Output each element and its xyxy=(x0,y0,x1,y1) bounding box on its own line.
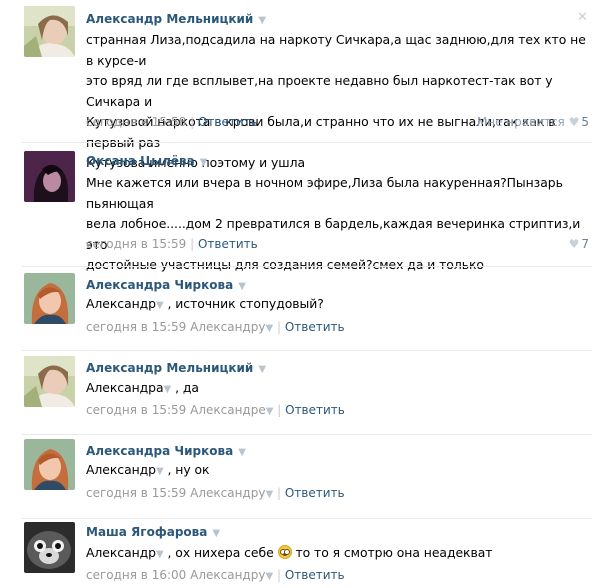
comment-time[interactable]: сегодня в 15:59 xyxy=(86,403,186,417)
chevron-down-icon[interactable]: ▼ xyxy=(265,571,273,582)
comment-meta: сегодня в 15:59 Александру▼ | Ответить xyxy=(86,320,345,334)
comment-time[interactable]: сегодня в 15:59 xyxy=(86,486,186,500)
chevron-down-icon[interactable]: ▼ xyxy=(200,157,208,168)
mention[interactable]: Александр xyxy=(86,296,156,311)
divider xyxy=(22,142,592,143)
chevron-down-icon[interactable]: ▼ xyxy=(156,466,164,477)
divider xyxy=(22,518,592,519)
comment-meta: сегодня в 15:58 | Ответить xyxy=(86,115,258,129)
comment-text: Мне кажется или вчера в ночном эфире,Лиз… xyxy=(86,175,581,272)
avatar[interactable] xyxy=(24,439,75,490)
comment-author[interactable]: Александр Мельницкий ▼ xyxy=(86,12,266,26)
reply-button[interactable]: Ответить xyxy=(285,403,345,417)
avatar[interactable] xyxy=(24,151,75,202)
avatar[interactable] xyxy=(24,6,75,57)
reply-button[interactable]: Ответить xyxy=(285,568,345,582)
chevron-down-icon[interactable]: ▼ xyxy=(164,384,172,395)
comment-item: Маша Ягофарова ▼ Александр▼ , ох нихера с… xyxy=(0,518,604,588)
comment-author[interactable]: Александра Чиркова ▼ xyxy=(86,444,246,458)
chevron-down-icon[interactable]: ▼ xyxy=(238,447,246,458)
like-count: 7 xyxy=(581,237,589,251)
heart-icon: ♥ xyxy=(568,115,580,129)
chevron-down-icon[interactable]: ▼ xyxy=(258,364,266,375)
reply-to[interactable]: Александре xyxy=(190,403,266,417)
comment-item: Александра Чиркова ▼ Александр▼ , источни… xyxy=(0,266,604,350)
avatar[interactable] xyxy=(24,273,75,324)
comment-author[interactable]: Александр Мельницкий ▼ xyxy=(86,361,266,375)
reply-to[interactable]: Александру xyxy=(190,486,265,500)
comment-item: Александр Мельницкий ▼ странная Лиза,подс… xyxy=(0,0,604,170)
comment-meta: сегодня в 16:00 Александру▼ | Ответить xyxy=(86,568,345,582)
divider xyxy=(22,434,592,435)
avatar[interactable] xyxy=(24,522,75,573)
mention[interactable]: Александр xyxy=(86,462,156,477)
chevron-down-icon[interactable]: ▼ xyxy=(212,528,220,539)
flushed-emoji-icon xyxy=(277,545,292,559)
divider xyxy=(22,266,592,267)
like-button[interactable]: ♥ 7 xyxy=(569,237,589,251)
avatar[interactable] xyxy=(24,356,75,407)
comment-author[interactable]: Оксана Цылёва ▼ xyxy=(86,154,207,168)
mention[interactable]: Александра xyxy=(86,380,164,395)
comment-text: Александр▼ , ну ок xyxy=(86,462,210,477)
heart-icon: ♥ xyxy=(568,237,580,251)
chevron-down-icon[interactable]: ▼ xyxy=(156,300,164,311)
chevron-down-icon[interactable]: ▼ xyxy=(265,489,273,500)
comment-meta: сегодня в 15:59 Александру▼ | Ответить xyxy=(86,486,345,500)
like-count: 5 xyxy=(581,115,589,129)
mention[interactable]: Александр xyxy=(86,545,156,560)
reply-to[interactable]: Александру xyxy=(190,568,265,582)
comment-meta: сегодня в 15:59 | Ответить xyxy=(86,237,258,251)
comment-time[interactable]: сегодня в 15:59 xyxy=(86,320,186,334)
comment-item: Александра Чиркова ▼ Александр▼ , ну ок с… xyxy=(0,434,604,518)
chevron-down-icon[interactable]: ▼ xyxy=(258,15,266,26)
comment-time[interactable]: сегодня в 15:59 xyxy=(86,237,186,251)
like-button[interactable]: Мне нравится ♥ 5 xyxy=(477,115,589,129)
comment-text: Александра▼ , да xyxy=(86,380,199,395)
comment-author[interactable]: Маша Ягофарова ▼ xyxy=(86,525,220,539)
comment-author[interactable]: Александра Чиркова ▼ xyxy=(86,278,246,292)
comment-item: Оксана Цылёва ▼ Мне кажется или вчера в н… xyxy=(0,142,604,272)
reply-button[interactable]: Ответить xyxy=(285,320,345,334)
divider xyxy=(22,350,592,351)
reply-to[interactable]: Александру xyxy=(190,320,265,334)
reply-button[interactable]: Ответить xyxy=(198,237,258,251)
comment-time[interactable]: сегодня в 15:58 xyxy=(86,115,186,129)
reply-button[interactable]: Ответить xyxy=(285,486,345,500)
chevron-down-icon[interactable]: ▼ xyxy=(265,323,273,334)
comment-item: Александр Мельницкий ▼ Александра▼ , да с… xyxy=(0,350,604,434)
comment-text: Александр▼ , ох нихера себе то то я смот… xyxy=(86,545,493,560)
reply-button[interactable]: Ответить xyxy=(198,115,258,129)
chevron-down-icon[interactable]: ▼ xyxy=(238,281,246,292)
chevron-down-icon[interactable]: ▼ xyxy=(266,406,274,417)
comment-time[interactable]: сегодня в 16:00 xyxy=(86,568,186,582)
comment-text: Александр▼ , источник стопудовый? xyxy=(86,296,324,311)
comment-meta: сегодня в 15:59 Александре▼ | Ответить xyxy=(86,403,345,417)
chevron-down-icon[interactable]: ▼ xyxy=(156,549,164,560)
